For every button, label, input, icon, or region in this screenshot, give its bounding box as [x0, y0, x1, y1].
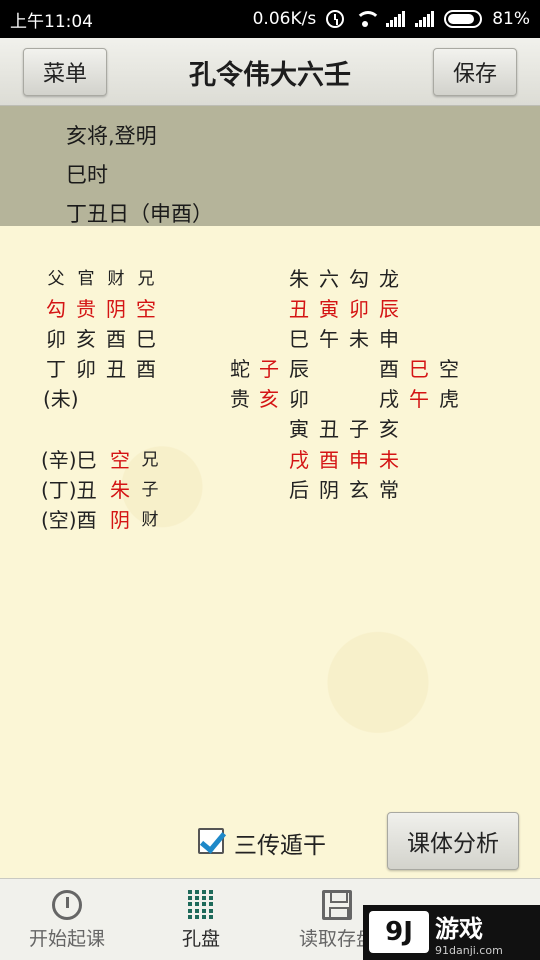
- plate-earth: 子: [349, 417, 369, 441]
- plate-god: 虎: [439, 387, 459, 411]
- plate-god: 空: [439, 357, 459, 381]
- lesson-relation: 官: [77, 269, 95, 289]
- clock-icon: [52, 889, 82, 920]
- plate-god: 阴: [319, 478, 339, 502]
- watermark-url: 91danji.com: [435, 943, 503, 957]
- page-title: 孔令伟大六壬: [189, 59, 351, 91]
- board-area: [0, 226, 540, 878]
- lesson-upper: 亥: [76, 327, 96, 351]
- lesson-relation: 财: [107, 269, 125, 289]
- plate-god: 常: [379, 478, 399, 502]
- plate-god: 六: [319, 267, 339, 291]
- watermark-logo: 9J: [369, 911, 429, 953]
- chuan-prefix: (丁)丑: [41, 478, 97, 502]
- plate-earth: 戌: [379, 387, 399, 411]
- plate-branch: 子: [259, 357, 279, 381]
- network-speed: 0.06K/s: [252, 9, 317, 29]
- menu-button[interactable]: 菜单: [23, 48, 107, 96]
- status-bar: 上午11:04 0.06K/s 81%: [0, 0, 540, 38]
- plate-branch: 辰: [379, 297, 399, 321]
- wifi-icon: [354, 11, 382, 27]
- status-icons: 0.06K/s 81%: [253, 9, 530, 29]
- plate-earth: 丑: [319, 417, 339, 441]
- lesson-lower: 丑: [106, 357, 126, 381]
- plate-god: 龙: [379, 267, 399, 291]
- chuan-god: 空: [110, 448, 130, 472]
- chuan-relation: 子: [141, 480, 159, 500]
- alarm-icon: [326, 10, 345, 28]
- chuan-relation: 财: [141, 510, 159, 530]
- info-hour: 巳时: [66, 163, 108, 187]
- nav-board-label: 孔盘: [181, 927, 220, 950]
- plate-earth: 亥: [379, 417, 399, 441]
- chuan-relation: 兄: [141, 450, 159, 470]
- plate-branch: 午: [409, 387, 429, 411]
- plate-branch: 酉: [319, 448, 339, 472]
- plate-god: 后: [289, 478, 309, 502]
- plate-branch: 卯: [349, 297, 369, 321]
- lesson-relation: 父: [47, 269, 65, 289]
- plate-branch: 未: [379, 448, 399, 472]
- plate-branch: 亥: [259, 387, 279, 411]
- chuan-prefix: (辛)巳: [41, 448, 97, 472]
- status-time: 上午11:04: [10, 11, 93, 32]
- save-button[interactable]: 保存: [433, 48, 517, 96]
- nav-start[interactable]: 开始起课: [2, 879, 132, 960]
- plate-branch: 申: [349, 448, 369, 472]
- lesson-god: 贵: [76, 297, 96, 321]
- plate-branch: 丑: [289, 297, 309, 321]
- plate-earth: 午: [319, 327, 339, 351]
- plate-god: 朱: [289, 267, 309, 291]
- plate-earth: 未: [349, 327, 369, 351]
- lesson-lower: 酉: [136, 357, 156, 381]
- floppy-icon: [322, 889, 352, 920]
- dungan-checkbox-label[interactable]: 三传遁干: [234, 826, 326, 860]
- plate-god: 勾: [349, 267, 369, 291]
- plate-god: 蛇: [230, 357, 250, 381]
- chuan-god: 阴: [110, 508, 130, 532]
- battery-percent: 81%: [492, 9, 530, 29]
- lesson-upper: 卯: [46, 327, 66, 351]
- lesson-upper: 酉: [106, 327, 126, 351]
- lesson-god: 阴: [106, 297, 126, 321]
- analysis-button[interactable]: 课体分析: [387, 812, 519, 870]
- plate-earth: 辰: [289, 357, 309, 381]
- info-panel: 亥将,登明 巳时 丁丑日（申酉）: [0, 106, 540, 226]
- board-icon: [188, 889, 214, 920]
- plate-earth: 申: [379, 327, 399, 351]
- plate-earth: 酉: [379, 357, 399, 381]
- lesson-upper: 巳: [136, 327, 156, 351]
- day-stem-lodge: (未): [43, 387, 79, 411]
- lesson-god: 勾: [46, 297, 66, 321]
- signal-icon: [386, 11, 406, 27]
- watermark-name: 游戏: [435, 914, 483, 943]
- info-day: 丁丑日（申酉）: [66, 202, 213, 226]
- lesson-relation: 兄: [137, 269, 155, 289]
- battery-icon: [444, 10, 483, 28]
- dungan-checkbox[interactable]: [198, 828, 224, 854]
- plate-branch: 巳: [409, 357, 429, 381]
- nav-start-label: 开始起课: [28, 927, 105, 950]
- signal-icon-2: [415, 11, 435, 27]
- lesson-lower: 丁: [46, 357, 66, 381]
- chuan-god: 朱: [110, 478, 130, 502]
- chuan-prefix: (空)酉: [41, 508, 97, 532]
- plate-branch: 戌: [289, 448, 309, 472]
- lesson-god: 空: [136, 297, 156, 321]
- nav-board[interactable]: 孔盘: [136, 879, 266, 960]
- plate-god: 贵: [230, 387, 250, 411]
- info-general: 亥将,登明: [66, 124, 157, 148]
- plate-god: 玄: [349, 478, 369, 502]
- title-bar: 菜单 孔令伟大六壬 保存: [0, 38, 540, 106]
- plate-earth: 巳: [289, 327, 309, 351]
- plate-branch: 寅: [319, 297, 339, 321]
- lesson-lower: 卯: [76, 357, 96, 381]
- plate-earth: 卯: [289, 387, 309, 411]
- watermark: 9J 游戏 91danji.com: [363, 905, 540, 960]
- plate-earth: 寅: [289, 417, 309, 441]
